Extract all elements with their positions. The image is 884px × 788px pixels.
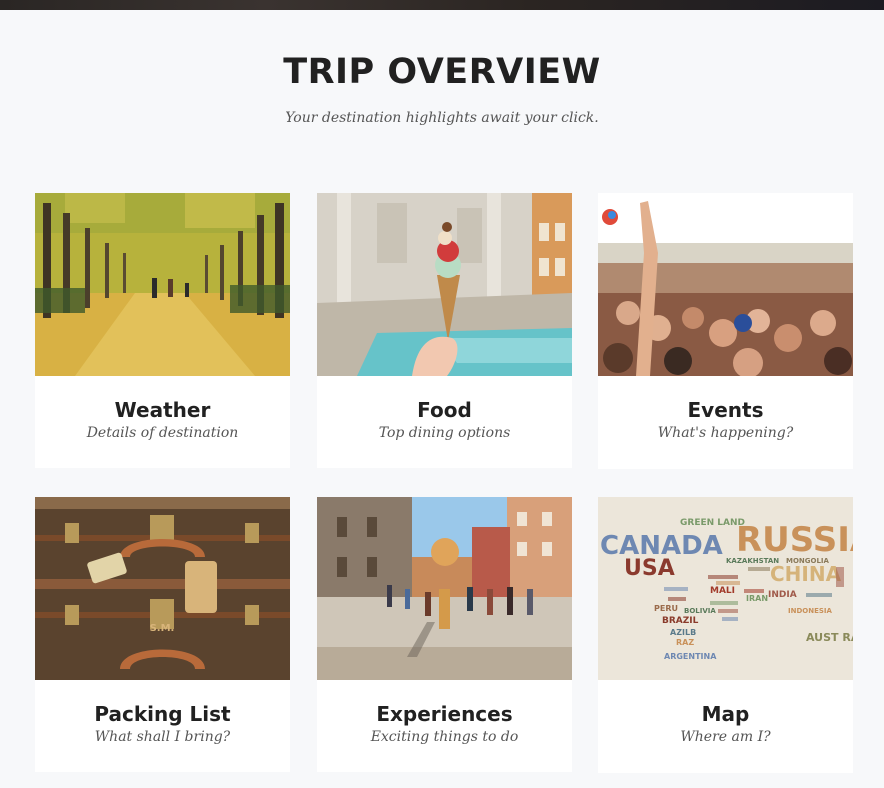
map-image: CANADA USA RUSSIA CHINA GREEN LAND KAZAK… [598,497,853,680]
map-word: INDONESIA [788,607,833,615]
map-word: CHINA [770,562,842,586]
map-word: BRAZIL [662,616,699,626]
food-image [317,193,572,376]
card-title: Map [701,702,750,726]
card-map[interactable]: CANADA USA RUSSIA CHINA GREEN LAND KAZAK… [598,497,853,773]
map-word: INDIA [768,590,797,600]
card-subtitle: Details of destination [86,425,239,441]
card-title: Events [687,398,764,422]
experiences-image [317,497,572,680]
card-title: Experiences [376,702,513,726]
card-subtitle: Top dining options [378,425,511,441]
map-word: MONGOLIA [786,557,830,565]
card-events[interactable]: Events What's happening? [598,193,853,469]
map-word: MALI [710,586,735,596]
card-subtitle: What's happening? [657,425,794,441]
luggage-monogram: S.M. [150,623,175,634]
card-food[interactable]: Food Top dining options [317,193,572,468]
map-word: AUST RALIA [806,631,853,644]
card-title: Packing List [94,702,231,726]
map-word: AZILB [670,628,696,637]
card-packing-list[interactable]: S.M. Packing List What shall I bring? [35,497,290,772]
map-word: USA [624,556,675,581]
card-subtitle: Exciting things to do [370,729,519,745]
map-word: BOLIVIA [684,607,716,615]
weather-image [35,193,290,376]
card-subtitle: Where am I? [680,729,771,745]
map-word: KAZAKHSTAN [726,557,779,565]
card-weather[interactable]: Weather Details of destination [35,193,290,468]
page-subtitle: Your destination highlights await your c… [285,110,599,126]
map-word: IRAN [746,594,768,603]
top-hero-strip [0,0,884,10]
map-word: GREEN LAND [680,518,745,528]
card-experiences[interactable]: Experiences Exciting things to do [317,497,572,772]
packing-list-image: S.M. [35,497,290,680]
card-subtitle: What shall I bring? [94,729,231,745]
card-title: Weather [114,398,211,422]
map-word: RAZ [676,638,694,647]
card-title: Food [417,398,472,422]
map-word: ARGENTINA [664,652,717,661]
events-image [598,193,853,376]
map-word: PERU [654,604,678,613]
page-title: TRIP OVERVIEW [283,52,601,92]
map-word: RUSSIA [736,520,853,560]
